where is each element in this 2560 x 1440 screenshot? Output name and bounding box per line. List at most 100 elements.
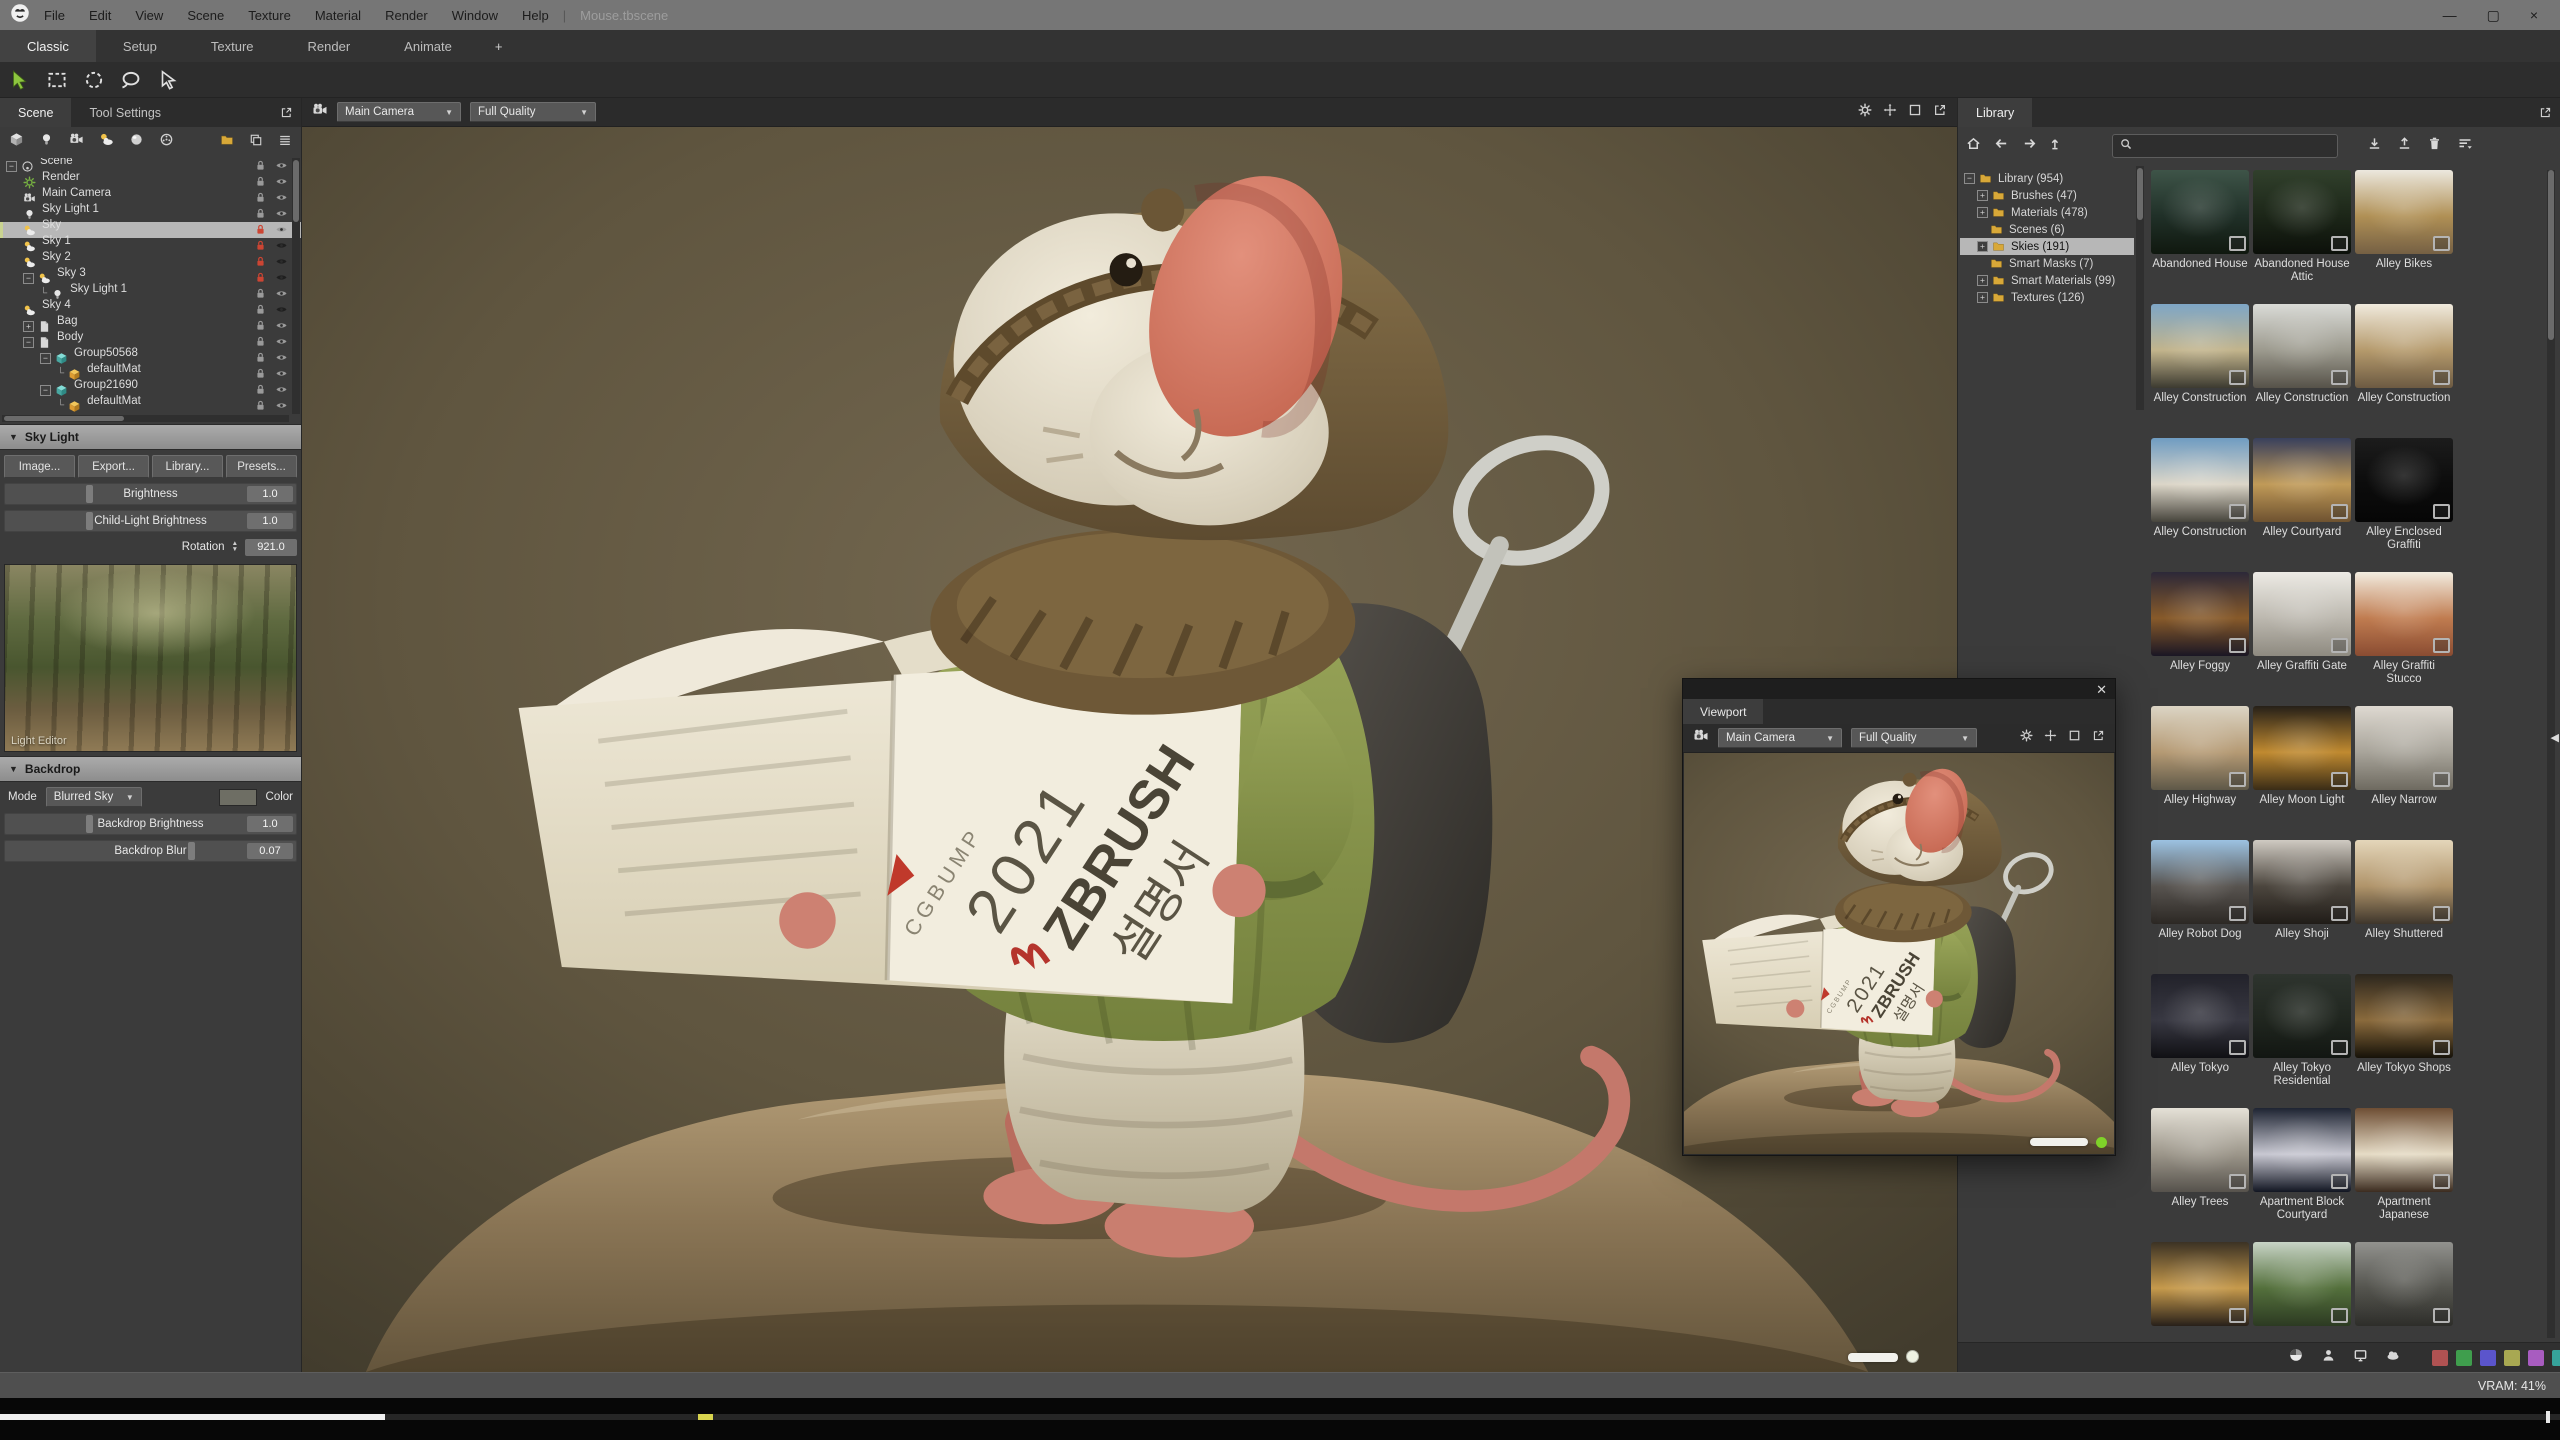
slider-handle[interactable]: [86, 485, 93, 503]
ball-logo-icon[interactable]: [2288, 1347, 2304, 1368]
library-item-alley-graffiti-stucco[interactable]: Alley Graffiti Stucco: [2355, 572, 2453, 686]
lock-icon[interactable]: [254, 191, 267, 207]
lock-icon[interactable]: [254, 399, 267, 414]
library-item-abandoned-house[interactable]: Abandoned House: [2151, 170, 2249, 284]
expander-icon[interactable]: +: [23, 321, 34, 332]
layout-tab-render[interactable]: Render: [281, 30, 378, 62]
tag-color-swatch-3[interactable]: [2504, 1350, 2520, 1366]
visibility-icon[interactable]: [275, 223, 288, 239]
columns-icon[interactable]: [278, 133, 292, 152]
tab-library[interactable]: Library: [1958, 98, 2032, 127]
menu-edit[interactable]: Edit: [89, 8, 111, 23]
scene-tree-hscrollbar[interactable]: [2, 415, 289, 422]
sort-icon[interactable]: [2457, 136, 2473, 157]
library-item-alley-courtyard[interactable]: Alley Courtyard: [2253, 438, 2351, 552]
thumbnail-checkbox[interactable]: [2331, 504, 2348, 519]
library-folder-materials-478[interactable]: +Materials (478): [1960, 204, 2134, 221]
expander-icon[interactable]: −: [1964, 173, 1975, 184]
library-item[interactable]: [2355, 1242, 2453, 1340]
library-folder-brushes-47[interactable]: +Brushes (47): [1960, 187, 2134, 204]
tree-item-sky-4[interactable]: Sky 4: [0, 302, 301, 318]
thumbnail-checkbox[interactable]: [2331, 638, 2348, 653]
lock-icon[interactable]: [254, 383, 267, 399]
backdrop-mode-dropdown[interactable]: Blurred Sky ▼: [46, 787, 142, 807]
library-item[interactable]: [2151, 1242, 2249, 1340]
menu-file[interactable]: File: [44, 8, 65, 23]
expander-icon[interactable]: −: [23, 273, 34, 284]
backdrop-blur-slider[interactable]: Backdrop Blur0.07: [4, 840, 297, 862]
slider-handle[interactable]: [86, 512, 93, 530]
visibility-icon[interactable]: [275, 287, 288, 303]
thumbnail-checkbox[interactable]: [2331, 236, 2348, 251]
tag-color-swatch-0[interactable]: [2432, 1350, 2448, 1366]
lock-icon[interactable]: [254, 287, 267, 303]
tree-item-group21690[interactable]: −Group21690: [0, 382, 301, 398]
tag-color-swatch-5[interactable]: [2552, 1350, 2560, 1366]
thumbnail-checkbox[interactable]: [2433, 1308, 2450, 1323]
visibility-icon[interactable]: [275, 383, 288, 399]
library-tree-scrollbar[interactable]: [2136, 166, 2144, 410]
expander-icon[interactable]: −: [40, 385, 51, 396]
lock-icon[interactable]: [254, 271, 267, 287]
expander-icon[interactable]: +: [1977, 275, 1988, 286]
expander-icon[interactable]: −: [40, 353, 51, 364]
lock-icon[interactable]: [254, 367, 267, 383]
library-folder-library-954[interactable]: −Library (954): [1960, 170, 2134, 187]
expander-icon[interactable]: +: [1977, 292, 1988, 303]
import-icon[interactable]: [2367, 136, 2382, 156]
library-button[interactable]: Library...: [152, 455, 223, 478]
library-item-alley-enclosed-graffiti[interactable]: Alley Enclosed Graffiti: [2355, 438, 2453, 552]
image-button[interactable]: Image...: [4, 455, 75, 478]
visibility-icon[interactable]: [275, 255, 288, 271]
floating-window-titlebar[interactable]: ✕: [1683, 679, 2115, 699]
frame-icon[interactable]: [2068, 729, 2081, 747]
thumbnail-checkbox[interactable]: [2229, 1174, 2246, 1189]
lock-icon[interactable]: [254, 239, 267, 255]
folder-icon[interactable]: [220, 133, 234, 152]
menu-help[interactable]: Help: [522, 8, 549, 23]
thumbnail-checkbox[interactable]: [2229, 772, 2246, 787]
expander-icon[interactable]: +: [1977, 241, 1988, 252]
add-object-icon[interactable]: [9, 132, 24, 152]
lock-icon[interactable]: [254, 351, 267, 367]
tree-item-defaultmat[interactable]: └defaultMat: [0, 366, 301, 382]
thumbnail-checkbox[interactable]: [2229, 504, 2246, 519]
tab-scene[interactable]: Scene: [0, 98, 71, 127]
library-item-alley-moon-light[interactable]: Alley Moon Light: [2253, 706, 2351, 820]
close-icon[interactable]: ✕: [2096, 683, 2107, 696]
library-item-alley-foggy[interactable]: Alley Foggy: [2151, 572, 2249, 686]
library-folder-smart-masks-7[interactable]: Smart Masks (7): [1960, 255, 2134, 272]
library-item-alley-tokyo-residential[interactable]: Alley Tokyo Residential: [2253, 974, 2351, 1088]
home-icon[interactable]: [1966, 136, 1981, 156]
library-item[interactable]: [2253, 1242, 2351, 1340]
up-level-icon[interactable]: [2050, 136, 2065, 156]
lock-icon[interactable]: [254, 223, 267, 239]
expander-icon[interactable]: +: [1977, 190, 1988, 201]
visibility-icon[interactable]: [275, 207, 288, 223]
close-icon[interactable]: ×: [2530, 8, 2538, 22]
slider-value[interactable]: 0.07: [247, 843, 293, 859]
lock-icon[interactable]: [254, 175, 267, 191]
slider-value[interactable]: 1.0: [247, 816, 293, 832]
library-item-alley-narrow[interactable]: Alley Narrow: [2355, 706, 2453, 820]
scene-panel-popout-icon[interactable]: [272, 98, 301, 127]
slider-handle[interactable]: [188, 842, 195, 860]
lock-icon[interactable]: [254, 207, 267, 223]
library-item-abandoned-house-attic[interactable]: Abandoned House Attic: [2253, 170, 2351, 284]
scene-tree-scrollbar[interactable]: [292, 158, 300, 414]
collapse-panel-icon[interactable]: ◀: [2551, 731, 2559, 744]
library-item-alley-shoji[interactable]: Alley Shoji: [2253, 840, 2351, 954]
cloud-icon[interactable]: [2385, 1347, 2401, 1368]
tree-item-bag[interactable]: +Bag: [0, 318, 301, 334]
add-palette-icon[interactable]: [159, 132, 174, 152]
thumbnail-checkbox[interactable]: [2229, 236, 2246, 251]
lasso-icon[interactable]: [119, 68, 143, 92]
quality-dropdown[interactable]: Full Quality ▼: [1851, 728, 1977, 748]
thumbnail-checkbox[interactable]: [2331, 1174, 2348, 1189]
thumbnail-checkbox[interactable]: [2433, 370, 2450, 385]
tab-viewport[interactable]: Viewport: [1683, 699, 1763, 724]
minimize-icon[interactable]: —: [2443, 8, 2457, 22]
tree-item-sky-3[interactable]: −Sky 3: [0, 270, 301, 286]
visibility-icon[interactable]: [275, 303, 288, 319]
tab-tool-settings[interactable]: Tool Settings: [71, 98, 179, 127]
